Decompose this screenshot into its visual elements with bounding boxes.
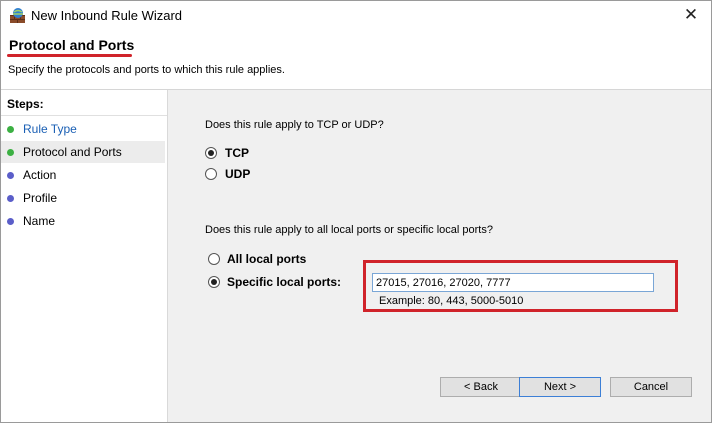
- content-panel: Does this rule apply to TCP or UDP? TCP …: [168, 90, 711, 422]
- next-button[interactable]: Next >: [519, 377, 601, 397]
- step-pending-icon: [7, 218, 14, 225]
- all-local-ports-radio[interactable]: [208, 253, 220, 265]
- ports-example-hint: Example: 80, 443, 5000-5010: [379, 295, 524, 307]
- close-icon[interactable]: ✕: [679, 4, 703, 26]
- step-label: Protocol and Ports: [23, 145, 122, 159]
- firewall-app-icon: [10, 8, 25, 23]
- page-subtitle: Specify the protocols and ports to which…: [8, 64, 285, 76]
- step-protocol-and-ports[interactable]: Protocol and Ports: [1, 141, 165, 163]
- steps-heading: Steps:: [7, 97, 44, 111]
- page-title: Protocol and Ports: [9, 37, 135, 53]
- protocol-question: Does this rule apply to TCP or UDP?: [205, 119, 384, 131]
- title-underline-annotation: [7, 54, 132, 57]
- step-action: Action: [1, 164, 165, 186]
- title-bar: New Inbound Rule Wizard ✕: [1, 1, 711, 31]
- specific-ports-input[interactable]: [372, 273, 654, 292]
- step-label: Rule Type: [23, 122, 77, 136]
- tcp-radio[interactable]: [205, 147, 217, 159]
- wizard-window: New Inbound Rule Wizard ✕ Protocol and P…: [0, 0, 712, 423]
- ports-question: Does this rule apply to all local ports …: [205, 224, 493, 236]
- step-name: Name: [1, 210, 165, 232]
- back-button[interactable]: < Back: [440, 377, 522, 397]
- step-profile: Profile: [1, 187, 165, 209]
- step-rule-type[interactable]: Rule Type: [1, 118, 165, 140]
- udp-label[interactable]: UDP: [225, 167, 250, 181]
- step-current-icon: [7, 149, 14, 156]
- window-title: New Inbound Rule Wizard: [31, 8, 183, 23]
- udp-radio[interactable]: [205, 168, 217, 180]
- steps-divider: [1, 115, 167, 116]
- all-local-ports-label[interactable]: All local ports: [227, 252, 306, 266]
- step-pending-icon: [7, 172, 14, 179]
- wizard-header: Protocol and Ports Specify the protocols…: [1, 31, 711, 85]
- cancel-button[interactable]: Cancel: [610, 377, 692, 397]
- step-complete-icon: [7, 126, 14, 133]
- tcp-label[interactable]: TCP: [225, 146, 249, 160]
- step-label: Profile: [23, 191, 58, 205]
- specific-local-ports-radio[interactable]: [208, 276, 220, 288]
- step-pending-icon: [7, 195, 14, 202]
- steps-panel: Steps: Rule Type Protocol and Ports Acti…: [1, 90, 168, 422]
- step-label: Action: [23, 168, 57, 182]
- specific-local-ports-label[interactable]: Specific local ports:: [227, 275, 341, 289]
- step-label: Name: [23, 214, 56, 228]
